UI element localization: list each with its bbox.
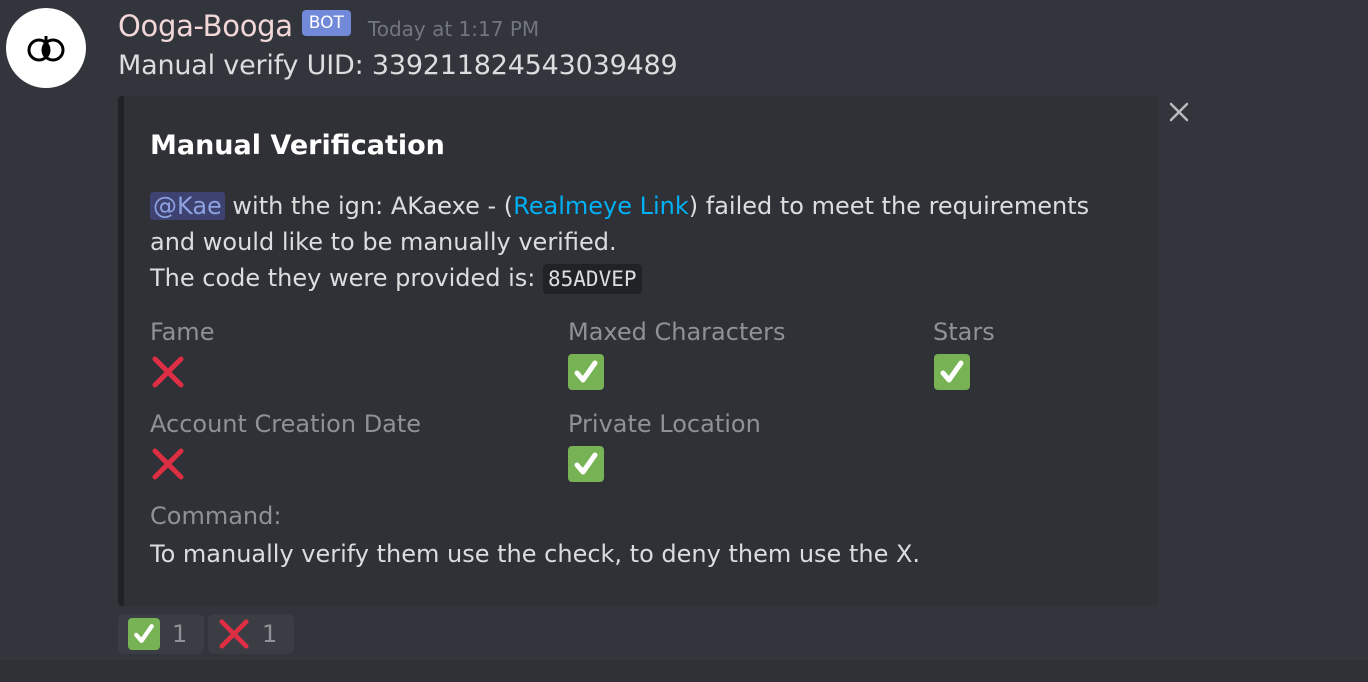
field-private-location-name: Private Location bbox=[568, 410, 761, 438]
message-header: Ooga-Booga BOT Today at 1:17 PM bbox=[118, 6, 539, 46]
check-mark-icon bbox=[568, 354, 604, 390]
verification-code: 85ADVEP bbox=[543, 264, 642, 294]
field-command-value: To manually verify them use the check, t… bbox=[150, 540, 921, 568]
ooga-booga-logo-icon bbox=[27, 36, 65, 62]
cross-mark-icon bbox=[218, 618, 250, 650]
field-stars-name: Stars bbox=[933, 318, 995, 346]
reaction-cross[interactable]: 1 bbox=[208, 614, 294, 654]
message-content: Manual verify UID: 339211824543039489 bbox=[118, 50, 678, 81]
reaction-count: 1 bbox=[172, 620, 188, 648]
realmeye-link[interactable]: Realmeye Link bbox=[513, 192, 689, 220]
username[interactable]: Ooga-Booga bbox=[118, 9, 293, 43]
bottom-divider bbox=[0, 660, 1368, 682]
cross-mark-icon bbox=[151, 447, 185, 485]
cross-mark-icon bbox=[151, 355, 185, 393]
field-command-name: Command: bbox=[150, 502, 282, 530]
desc-text-3: The code they were provided is: bbox=[150, 264, 543, 292]
reaction-count: 1 bbox=[262, 620, 278, 648]
timestamp: Today at 1:17 PM bbox=[367, 17, 540, 41]
embed: Manual Verification @Kae with the ign: A… bbox=[118, 96, 1158, 606]
desc-text-1: with the ign: AKaexe - ( bbox=[224, 192, 514, 220]
user-mention[interactable]: @Kae bbox=[150, 192, 225, 220]
close-icon[interactable] bbox=[1167, 100, 1191, 124]
embed-description: @Kae with the ign: AKaexe - (Realmeye Li… bbox=[150, 188, 1140, 297]
reaction-check[interactable]: 1 bbox=[118, 614, 204, 654]
field-account-creation-date-name: Account Creation Date bbox=[150, 410, 422, 438]
bot-tag-badge: BOT bbox=[301, 10, 351, 36]
check-mark-icon bbox=[568, 446, 604, 482]
embed-title: Manual Verification bbox=[150, 130, 445, 161]
message: Ooga-Booga BOT Today at 1:17 PM Manual v… bbox=[0, 0, 1368, 660]
bot-avatar[interactable] bbox=[6, 8, 86, 88]
field-maxed-characters-name: Maxed Characters bbox=[568, 318, 786, 346]
check-mark-icon bbox=[934, 354, 970, 390]
field-fame-name: Fame bbox=[150, 318, 215, 346]
check-mark-icon bbox=[128, 618, 160, 650]
